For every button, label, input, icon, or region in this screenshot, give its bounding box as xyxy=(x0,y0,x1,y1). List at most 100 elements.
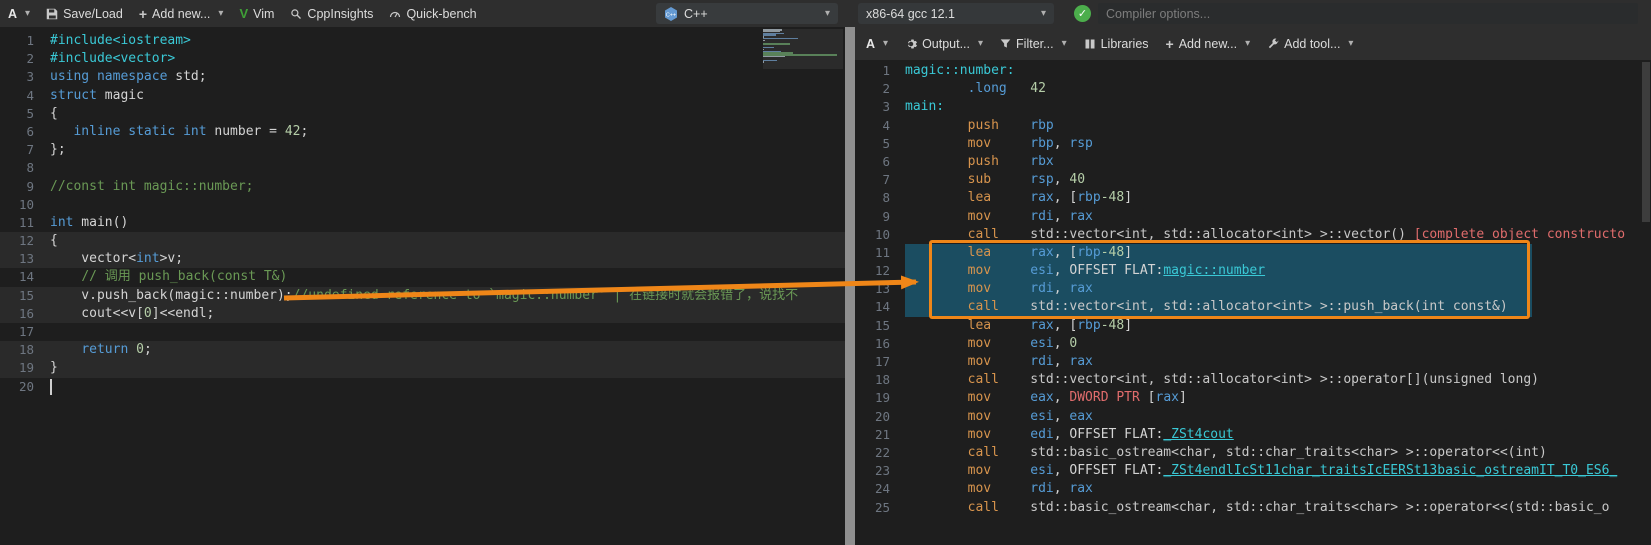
source-line[interactable]: 1 #include<iostream> xyxy=(0,32,845,50)
asm-line[interactable]: 13 mov rdi, rax xyxy=(855,280,1651,298)
line-number: 17 xyxy=(874,354,890,369)
asm-line[interactable]: 2 .long 42 xyxy=(855,80,1651,98)
language-select[interactable]: C++ C++ ▾ xyxy=(656,3,838,24)
code-text: mov rdi, rax xyxy=(967,208,1093,224)
asm-line[interactable]: 7 sub rsp, 40 xyxy=(855,171,1651,189)
asm-line[interactable]: 23 mov esi, OFFSET FLAT:_ZSt4endlIcSt11c… xyxy=(855,462,1651,480)
asm-line[interactable]: 10 call std::vector<int, std::allocator<… xyxy=(855,226,1651,244)
asm-line[interactable]: 6 push rbx xyxy=(855,153,1651,171)
code-text: mov esi, OFFSET FLAT:magic::number xyxy=(967,263,1266,279)
compiler-options-input[interactable] xyxy=(1098,3,1638,24)
code-text: .long 42 xyxy=(967,81,1046,97)
asm-line[interactable]: 15 lea rax, [rbp-48] xyxy=(855,317,1651,335)
asm-line[interactable]: 20 mov esi, eax xyxy=(855,408,1651,426)
asm-line[interactable]: 25 call std::basic_ostream<char, std::ch… xyxy=(855,499,1651,517)
source-line[interactable]: 6 inline static int number = 42; xyxy=(0,123,845,141)
source-line[interactable]: 5{ xyxy=(0,105,845,123)
asm-add-new-button[interactable]: + Add new... ▾ xyxy=(1166,37,1251,51)
asm-line[interactable]: 22 call std::basic_ostream<char, std::ch… xyxy=(855,444,1651,462)
line-number: 8 xyxy=(882,190,890,206)
code-text: int main() xyxy=(50,214,129,230)
source-line[interactable]: 14 // 调用 push_back(const T&) xyxy=(0,268,845,286)
source-line[interactable]: 4 struct magic xyxy=(0,87,845,105)
chevron-down-icon: ▾ xyxy=(824,8,830,19)
add-new-button[interactable]: + Add new... ▾ xyxy=(139,7,224,21)
font-size-button[interactable]: A ▾ xyxy=(8,7,30,21)
asm-line[interactable]: 9 mov rdi, rax xyxy=(855,208,1651,226)
libraries-button[interactable]: Libraries xyxy=(1084,37,1149,51)
code-text: } xyxy=(50,360,58,376)
quick-bench-button[interactable]: Quick-bench xyxy=(389,7,477,21)
add-new-label: Add new... xyxy=(152,6,211,21)
assembly-toolbar: A ▾ Output... ▾ Filter... ▾ Libraries + … xyxy=(855,27,1651,60)
code-text: sub rsp, 40 xyxy=(967,172,1086,188)
source-line[interactable]: 9 //const int magic::number; xyxy=(0,178,845,196)
source-line[interactable]: 3 using namespace std; xyxy=(0,68,845,86)
asm-font-size-button[interactable]: A ▾ xyxy=(866,37,888,51)
source-line[interactable]: 19} xyxy=(0,359,845,378)
source-line[interactable]: 18 return 0; xyxy=(0,341,845,360)
asm-line[interactable]: 18 call std::vector<int, std::allocator<… xyxy=(855,371,1651,389)
source-line[interactable]: 15 v.push_back(magic::number);//undefine… xyxy=(0,286,845,305)
asm-line[interactable]: 8 lea rax, [rbp-48] xyxy=(855,189,1651,207)
code-text: // 调用 push_back(const T&) xyxy=(81,269,288,285)
source-line[interactable]: 20 xyxy=(0,378,845,396)
asm-line[interactable]: 12 mov esi, OFFSET FLAT:magic::number xyxy=(855,262,1651,280)
plus-icon: + xyxy=(138,5,148,22)
asm-line[interactable]: 1 magic::number: xyxy=(855,62,1651,80)
asm-line[interactable]: 4 push rbp xyxy=(855,117,1651,135)
asm-line[interactable]: 19 mov eax, DWORD PTR [rax] xyxy=(855,389,1651,407)
line-number: 19 xyxy=(874,390,890,406)
source-line[interactable]: 16 cout<<v[0]<<endl; xyxy=(0,304,845,323)
output-button[interactable]: Output... ▾ xyxy=(905,37,983,51)
pane-resizer[interactable] xyxy=(845,27,855,545)
source-line[interactable]: 11 int main() xyxy=(0,214,845,232)
code-text: lea rax, [rbp-48] xyxy=(967,317,1133,333)
line-number: 3 xyxy=(26,69,34,85)
asm-line[interactable]: 17 mov rdi, rax xyxy=(855,353,1651,371)
cppinsights-button[interactable]: CppInsights xyxy=(290,7,373,21)
asm-line[interactable]: 24 mov rdi, rax xyxy=(855,480,1651,498)
line-number: 3 xyxy=(882,99,890,115)
code-text: call std::basic_ostream<char, std::char_… xyxy=(967,499,1610,515)
code-text: call std::vector<int, std::allocator<int… xyxy=(967,226,1626,242)
asm-line[interactable]: 14 call std::vector<int, std::allocator<… xyxy=(855,298,1651,316)
wrench-icon xyxy=(1268,38,1279,48)
filter-button[interactable]: Filter... ▾ xyxy=(1000,37,1067,51)
source-line[interactable]: 8 xyxy=(0,159,845,177)
source-line[interactable]: 17 xyxy=(0,323,845,341)
asm-line[interactable]: 16 mov esi, 0 xyxy=(855,335,1651,353)
vim-toggle-button[interactable]: V Vim xyxy=(239,6,274,21)
asm-line[interactable]: 3 main: xyxy=(855,98,1651,116)
code-text: call std::vector<int, std::allocator<int… xyxy=(967,372,1539,388)
asm-line[interactable]: 5 mov rbp, rsp xyxy=(855,135,1651,153)
compiler-explorer-window: A ▾ Save/Load + Add new... ▾ V Vim CppIn… xyxy=(0,0,1651,545)
code-text: //const int magic::number; xyxy=(50,178,254,194)
chevron-down-icon: ▾ xyxy=(1040,8,1046,19)
code-text: push rbp xyxy=(967,117,1054,133)
line-number: 1 xyxy=(882,63,890,78)
code-text: mov esi, 0 xyxy=(967,335,1078,351)
save-load-button[interactable]: Save/Load xyxy=(46,7,123,21)
asm-line[interactable]: 21 mov edi, OFFSET FLAT:_ZSt4cout xyxy=(855,426,1651,444)
line-number: 24 xyxy=(874,481,890,497)
chevron-down-icon: ▾ xyxy=(218,8,224,19)
main-toolbar: A ▾ Save/Load + Add new... ▾ V Vim CppIn… xyxy=(0,0,1651,27)
add-tool-button[interactable]: Add tool... ▾ xyxy=(1267,37,1353,51)
source-line[interactable]: 10 xyxy=(0,196,845,214)
line-number: 2 xyxy=(882,81,890,97)
code-text: mov edi, OFFSET FLAT:_ZSt4cout xyxy=(967,426,1234,442)
source-line[interactable]: 13 vector<int>v; xyxy=(0,250,845,269)
output-label: Output... xyxy=(922,36,971,51)
source-line[interactable]: 7}; xyxy=(0,141,845,159)
plus-icon: + xyxy=(1165,35,1174,52)
code-text: inline static int number = 42; xyxy=(73,123,309,139)
vim-label: Vim xyxy=(253,6,275,21)
line-number: 8 xyxy=(26,160,34,176)
source-line[interactable]: 2 #include<vector> xyxy=(0,50,845,68)
line-number: 6 xyxy=(882,153,890,169)
asm-add-new-label: Add new... xyxy=(1178,36,1238,51)
asm-line[interactable]: 11 lea rax, [rbp-48] xyxy=(855,244,1651,262)
compiler-select[interactable]: x86-64 gcc 12.1 ▾ xyxy=(858,3,1054,24)
source-line[interactable]: 12 { xyxy=(0,232,845,251)
